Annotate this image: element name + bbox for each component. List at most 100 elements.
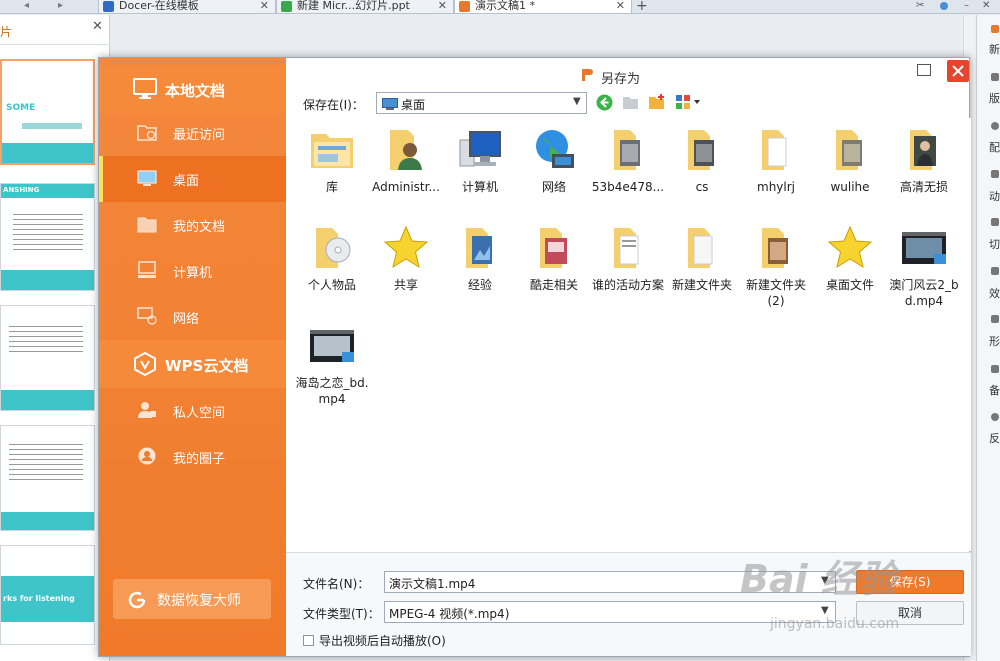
- sidebar-item-label: 网络: [173, 312, 200, 327]
- slide-thumbnail-2[interactable]: ANSHING: [0, 183, 95, 291]
- file-name: cs: [695, 180, 709, 194]
- maximize-button[interactable]: [917, 64, 931, 76]
- slide-thumbnail-3[interactable]: [0, 305, 95, 411]
- slide-thumbnail-1[interactable]: SOME: [0, 59, 95, 165]
- sidebar-item-computer[interactable]: 计算机: [99, 248, 286, 294]
- file-item[interactable]: 53b4e478...: [591, 124, 665, 218]
- file-item[interactable]: 共享: [369, 222, 443, 316]
- file-item[interactable]: mhylrj: [739, 124, 813, 218]
- close-button[interactable]: [947, 60, 969, 82]
- disc-folder-icon: [316, 228, 351, 268]
- task-item-new[interactable]: 新: [989, 41, 1000, 57]
- layout-icon: [991, 73, 999, 81]
- close-icon[interactable]: ✕: [92, 19, 103, 34]
- sidebar-item-desktop[interactable]: 桌面: [99, 156, 286, 202]
- file-item[interactable]: 网络: [517, 124, 591, 218]
- cloud-docs-section[interactable]: WPS云文档: [99, 340, 286, 388]
- task-item-backup[interactable]: 备: [989, 382, 1000, 398]
- file-item[interactable]: 新建文件夹 (2): [739, 222, 813, 316]
- file-name: 海岛之恋_bd.mp4: [295, 376, 369, 406]
- file-item[interactable]: 计算机: [443, 124, 517, 218]
- file-name: 经验: [467, 278, 492, 292]
- sidebar-item-recent[interactable]: 最近访问: [99, 110, 286, 156]
- slide-thumbnail-4[interactable]: [0, 425, 95, 531]
- filetype-value: MPEG-4 视频(*.mp4): [389, 607, 510, 621]
- watermark-logo: Bai 经验: [740, 557, 897, 601]
- local-docs-section[interactable]: 本地文档: [99, 66, 286, 114]
- sidebar-item-label: 我的圈子: [173, 452, 226, 467]
- tab-docer[interactable]: Docer-在线模板 ✕: [98, 0, 276, 14]
- task-item-feedback[interactable]: 反: [989, 430, 1000, 446]
- tab-presentation-label: 演示文稿1 *: [475, 0, 535, 12]
- close-icon[interactable]: ✕: [438, 0, 447, 12]
- slide-thumbnail-5[interactable]: rks for listening: [0, 545, 95, 645]
- new-folder-icon[interactable]: [648, 94, 666, 110]
- cloud-icon[interactable]: [940, 2, 948, 10]
- file-item[interactable]: 澳门风云2_bd.mp4: [887, 222, 961, 316]
- tab-ppt[interactable]: 新建 Micr...幻灯片.ppt ✕: [276, 0, 454, 14]
- minimize-icon[interactable]: –: [964, 0, 969, 11]
- up-folder-icon[interactable]: [622, 95, 639, 110]
- file-name: 高清无损: [899, 180, 948, 194]
- wps-presentation-logo-icon: [582, 69, 593, 81]
- auto-play-checkbox[interactable]: [303, 635, 314, 646]
- task-item-transition[interactable]: 切: [989, 236, 1000, 252]
- file-name: 新建文件夹: [671, 278, 732, 292]
- filetype-select[interactable]: MPEG-4 视频(*.mp4) ▼: [384, 601, 836, 623]
- task-item-color[interactable]: 配: [989, 139, 1000, 155]
- data-recovery-label: 数据恢复大师: [157, 593, 241, 609]
- back-arrow-icon[interactable]: [596, 94, 613, 111]
- sidebar-item-network[interactable]: 网络: [99, 294, 286, 340]
- lock-user-icon: [138, 402, 156, 418]
- file-name: 澳门风云2_bd.mp4: [889, 278, 959, 308]
- task-item-effect[interactable]: 效: [989, 285, 1000, 301]
- sidebar-item-my-docs[interactable]: 我的文档: [99, 202, 286, 248]
- file-item[interactable]: 酷走相关: [517, 222, 591, 316]
- file-item[interactable]: 谁的活动方案: [591, 222, 665, 316]
- new-tab-button[interactable]: +: [636, 0, 648, 14]
- close-icon[interactable]: ✕: [982, 0, 990, 11]
- docer-icon: [103, 1, 114, 12]
- close-icon[interactable]: ✕: [616, 0, 625, 12]
- tab-nav-icons: ◂ ▸: [0, 0, 96, 14]
- sidebar-item-label: 最近访问: [173, 128, 226, 143]
- save-in-select[interactable]: 桌面 ▼: [376, 92, 587, 114]
- task-item-layout[interactable]: 版: [989, 90, 1000, 106]
- data-recovery-button[interactable]: 数据恢复大师: [113, 579, 271, 619]
- file-item[interactable]: 新建文件夹: [665, 222, 739, 316]
- window-controls: ✂ – ✕: [912, 0, 1000, 14]
- local-docs-title: 本地文档: [165, 82, 226, 100]
- filename-label: 文件名(N)：: [303, 577, 370, 591]
- file-item[interactable]: 海岛之恋_bd.mp4: [295, 320, 369, 414]
- view-menu-icon[interactable]: [676, 95, 702, 109]
- recent-folder-icon: [137, 125, 157, 141]
- arrow-right-icon[interactable]: ▸: [58, 0, 63, 12]
- tab-presentation[interactable]: 演示文稿1 * ✕: [454, 0, 632, 14]
- arrow-left-icon[interactable]: ◂: [24, 0, 29, 12]
- close-icon[interactable]: ✕: [260, 0, 269, 12]
- task-item-shape[interactable]: 形: [989, 333, 1000, 349]
- file-item[interactable]: cs: [665, 124, 739, 218]
- slides-pane-title: 片: [0, 25, 13, 39]
- file-item[interactable]: 经验: [443, 222, 517, 316]
- star-icon: [827, 225, 873, 269]
- file-name: Administr...: [372, 180, 440, 194]
- file-item[interactable]: wulihe: [813, 124, 887, 218]
- file-item[interactable]: 个人物品: [295, 222, 369, 316]
- pin-icon[interactable]: ✂: [916, 0, 924, 11]
- tab-ppt-label: 新建 Micr...幻灯片.ppt: [297, 0, 410, 12]
- document-folder-icon: [688, 228, 713, 268]
- file-item[interactable]: 高清无损: [887, 124, 961, 218]
- shape-icon: [991, 315, 999, 323]
- auto-play-label: 导出视频后自动播放(O): [319, 634, 446, 648]
- effect-icon: [991, 267, 999, 275]
- sidebar-item-private-space[interactable]: 私人空间: [99, 388, 286, 434]
- sidebar-item-label: 桌面: [173, 174, 200, 189]
- document-folder-icon: [614, 228, 639, 268]
- task-item-animation[interactable]: 动: [989, 188, 1000, 204]
- slide-caption: rks for listening: [3, 594, 75, 603]
- file-item[interactable]: 库: [295, 124, 369, 218]
- sidebar-item-my-circle[interactable]: 我的圈子: [99, 434, 286, 480]
- file-item[interactable]: 桌面文件: [813, 222, 887, 316]
- file-item[interactable]: Administr...: [369, 124, 443, 218]
